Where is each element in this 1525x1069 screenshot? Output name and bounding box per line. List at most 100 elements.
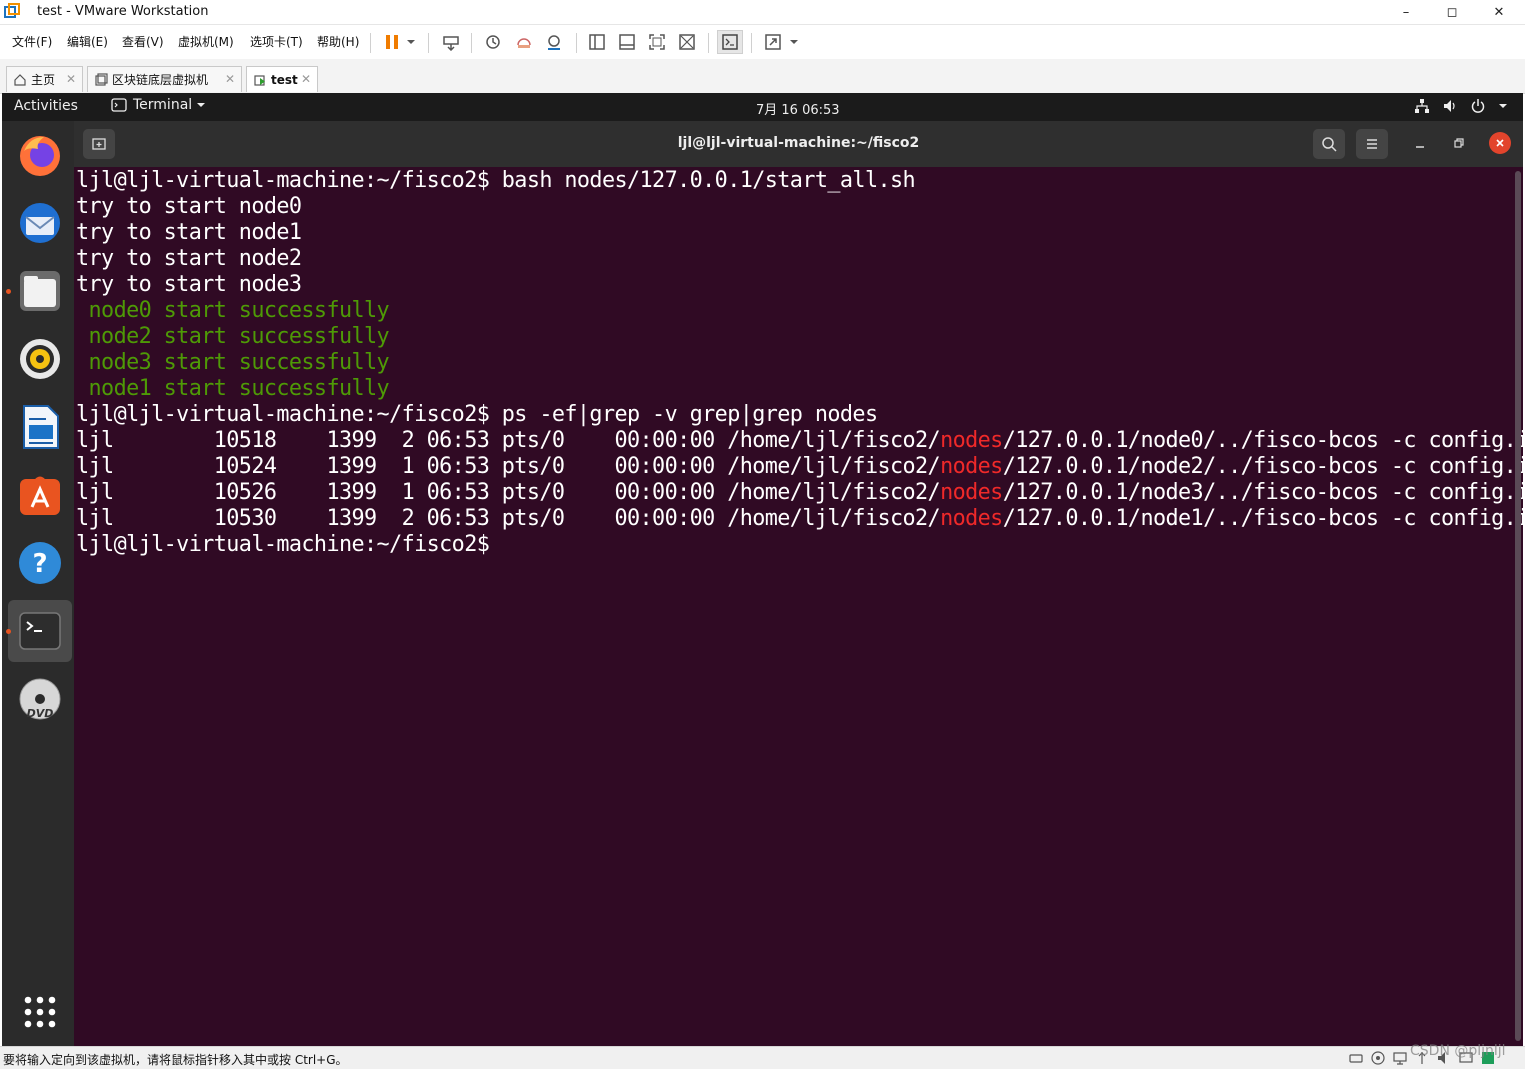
terminal-line-process: ljl 10526 1399 1 06:53 pts/0 00:00:00 /h… bbox=[76, 480, 1523, 505]
dock-terminal[interactable] bbox=[8, 600, 72, 662]
grep-match-highlight: nodes bbox=[940, 506, 1003, 531]
grep-match-highlight: nodes bbox=[940, 480, 1003, 505]
dock-dvd[interactable]: DVD bbox=[8, 668, 72, 730]
tab-close-button[interactable]: ✕ bbox=[225, 72, 235, 86]
files-icon bbox=[20, 271, 60, 311]
maximize-button[interactable]: ◻ bbox=[1429, 0, 1475, 24]
tab-blockchain-vm[interactable]: 区块链底层虚拟机 ✕ bbox=[87, 66, 242, 92]
chevron-down-icon[interactable] bbox=[784, 30, 804, 54]
volume-icon bbox=[1444, 100, 1455, 112]
terminal-restore-button[interactable] bbox=[1449, 133, 1469, 153]
app-grid-icon bbox=[24, 996, 56, 1028]
firefox-icon bbox=[20, 136, 60, 176]
revert-snapshot-icon[interactable] bbox=[511, 30, 537, 54]
close-icon bbox=[1496, 139, 1504, 147]
dock-app-center[interactable] bbox=[8, 464, 72, 526]
dock-files[interactable] bbox=[8, 260, 72, 322]
watermark: CSDN @pljnljl bbox=[1410, 1043, 1506, 1059]
status-message: 要将输入定向到该虚拟机，请将鼠标指针移入其中或按 Ctrl+G。 bbox=[3, 1053, 348, 1067]
snapshot-icon[interactable] bbox=[480, 30, 506, 54]
dvd-icon: DVD bbox=[19, 678, 61, 720]
chevron-down-icon bbox=[197, 103, 206, 107]
search-button[interactable] bbox=[1313, 129, 1345, 159]
terminal-output: ljl@ljl-virtual-machine:~/fisco2$ bash n… bbox=[74, 167, 1523, 558]
thumbnail-bar-icon[interactable] bbox=[614, 30, 640, 54]
terminal-content[interactable]: ljl@ljl-virtual-machine:~/fisco2$ bash n… bbox=[74, 167, 1523, 1046]
terminal-line-process: ljl 10518 1399 2 06:53 pts/0 00:00:00 /h… bbox=[76, 428, 1523, 453]
stretch-icon[interactable] bbox=[760, 30, 786, 54]
running-indicator bbox=[6, 629, 11, 634]
clock[interactable]: 7月 16 06:53 bbox=[756, 99, 840, 118]
terminal-line: ljl@ljl-virtual-machine:~/fisco2$ ps -ef… bbox=[76, 402, 878, 427]
terminal-scrollbar[interactable] bbox=[1515, 171, 1521, 1041]
library-icon[interactable] bbox=[584, 30, 610, 54]
menu-edit[interactable]: 编辑(E) bbox=[67, 33, 108, 50]
console-view-icon[interactable] bbox=[717, 30, 743, 54]
app-center-icon bbox=[20, 476, 60, 515]
terminal-minimize-button[interactable] bbox=[1410, 135, 1430, 155]
terminal-small-icon bbox=[111, 98, 127, 112]
chevron-down-icon bbox=[1499, 104, 1507, 108]
show-applications-button[interactable] bbox=[8, 981, 72, 1043]
restore-icon bbox=[1454, 138, 1464, 148]
menu-view[interactable]: 查看(V) bbox=[122, 33, 164, 50]
thunderbird-icon bbox=[20, 203, 60, 243]
menu-vm[interactable]: 虚拟机(M) bbox=[178, 33, 234, 50]
terminal-icon bbox=[19, 612, 61, 650]
terminal-line: try to start node2 bbox=[76, 246, 302, 271]
tab-home[interactable]: 主页 ✕ bbox=[6, 66, 83, 92]
unity-mode-icon[interactable] bbox=[674, 30, 700, 54]
tab-test[interactable]: test ✕ bbox=[246, 66, 318, 92]
chevron-down-icon[interactable] bbox=[401, 30, 421, 54]
toolbar-separator bbox=[708, 33, 709, 53]
full-screen-icon[interactable] bbox=[644, 30, 670, 54]
terminal-window-title: ljl@ljl-virtual-machine:~/fisco2 bbox=[677, 135, 920, 151]
hard-disk-icon bbox=[1349, 1054, 1363, 1063]
writer-icon bbox=[23, 405, 59, 449]
running-indicator bbox=[6, 289, 11, 294]
tab-label: 主页 bbox=[31, 73, 56, 87]
terminal-close-button[interactable] bbox=[1489, 132, 1511, 154]
dock-thunderbird[interactable] bbox=[8, 192, 72, 254]
network-adapter-icon bbox=[1393, 1052, 1407, 1065]
terminal-line-success: node2 start successfully bbox=[76, 324, 390, 349]
tab-close-button[interactable]: ✕ bbox=[301, 72, 311, 86]
terminal-app-menu[interactable]: Terminal bbox=[111, 97, 206, 113]
minimize-button[interactable]: – bbox=[1383, 0, 1429, 24]
dock-help[interactable]: ? bbox=[8, 532, 72, 594]
menu-toolbar: 文件(F) 编辑(E) 查看(V) 虚拟机(M) 选项卡(T) 帮助(H) bbox=[0, 25, 1525, 59]
close-window-button[interactable]: ✕ bbox=[1476, 0, 1522, 24]
app-menu-label: Terminal bbox=[133, 97, 193, 113]
dock-firefox[interactable] bbox=[8, 124, 72, 186]
terminal-line-process: ljl 10524 1399 1 06:53 pts/0 00:00:00 /h… bbox=[76, 454, 1523, 479]
vm-tab-bar: 主页 ✕ 区块链底层虚拟机 ✕ test ✕ bbox=[0, 59, 1525, 94]
dock-rhythmbox[interactable] bbox=[8, 328, 72, 390]
terminal-line-success: node1 start successfully bbox=[76, 376, 390, 401]
terminal-line-success: node3 start successfully bbox=[76, 350, 390, 375]
activities-button[interactable]: Activities bbox=[14, 98, 78, 114]
menu-file[interactable]: 文件(F) bbox=[12, 33, 52, 50]
home-icon bbox=[14, 73, 26, 86]
dock-writer[interactable] bbox=[8, 396, 72, 458]
grep-match-highlight: nodes bbox=[940, 454, 1003, 479]
window-title: test - VMware Workstation bbox=[37, 4, 209, 19]
cd-rom-icon bbox=[1371, 1051, 1385, 1065]
send-keys-icon[interactable] bbox=[438, 30, 464, 54]
snapshot-manager-icon[interactable] bbox=[541, 30, 567, 54]
menu-tabs[interactable]: 选项卡(T) bbox=[250, 33, 303, 50]
vm-icon bbox=[95, 72, 108, 86]
toolbar-separator bbox=[576, 33, 577, 53]
toolbar-separator bbox=[471, 33, 472, 53]
search-icon bbox=[1322, 137, 1337, 152]
tab-close-button[interactable]: ✕ bbox=[66, 72, 76, 86]
vmware-status-bar: 要将输入定向到该虚拟机，请将鼠标指针移入其中或按 Ctrl+G。 CSDN @p… bbox=[0, 1043, 1525, 1069]
tab-label: 区块链底层虚拟机 bbox=[112, 73, 209, 87]
system-tray[interactable] bbox=[1414, 98, 1508, 114]
svg-text:DVD: DVD bbox=[27, 707, 54, 720]
hamburger-icon bbox=[1367, 139, 1377, 149]
terminal-prompt: ljl@ljl-virtual-machine:~/fisco2$ bbox=[76, 532, 502, 557]
menu-help[interactable]: 帮助(H) bbox=[317, 33, 359, 50]
terminal-line: try to start node3 bbox=[76, 272, 302, 297]
vmware-title-bar: test - VMware Workstation – ◻ ✕ bbox=[0, 0, 1525, 25]
hamburger-menu-button[interactable] bbox=[1356, 129, 1388, 159]
